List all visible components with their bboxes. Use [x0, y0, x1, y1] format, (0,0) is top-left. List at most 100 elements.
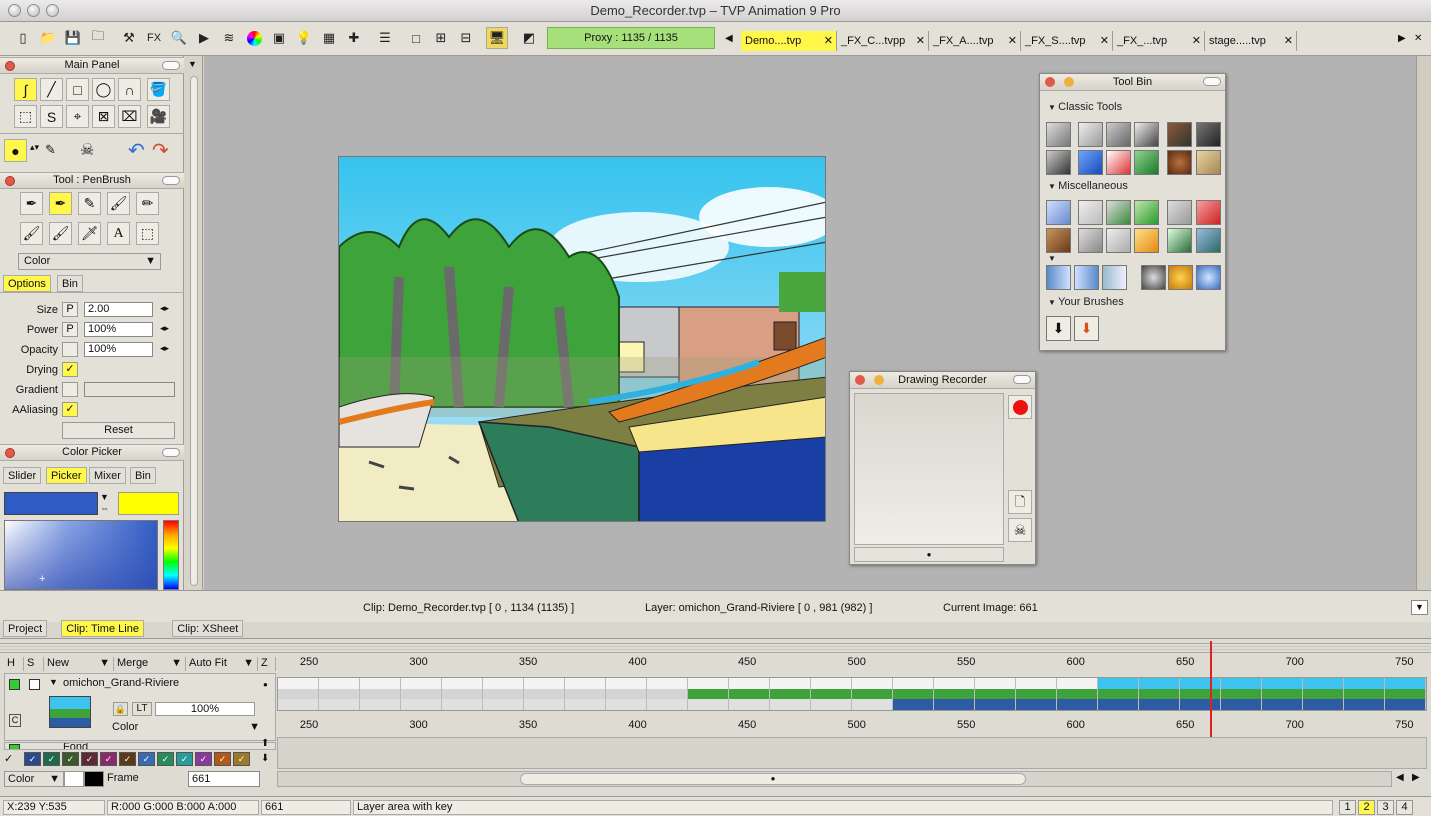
new-layer-dropdown[interactable]: New ▼: [44, 657, 114, 671]
eyedropper-icon[interactable]: ✎: [45, 142, 56, 158]
film-frame-thumbnail[interactable]: [524, 678, 565, 710]
new-recording-icon[interactable]: 🗋: [1008, 490, 1032, 514]
fx-button[interactable]: FX: [143, 27, 165, 49]
layer-filmstrip[interactable]: [277, 677, 1427, 711]
layer-thumbnail[interactable]: [49, 696, 91, 728]
opacity-arrows-icon[interactable]: ◂▸: [160, 343, 169, 354]
close-color-picker-icon[interactable]: [5, 448, 15, 458]
film-frame-thumbnail[interactable]: [1344, 678, 1385, 710]
collapse-recorder-icon[interactable]: [1013, 375, 1031, 384]
classic-airbrush-icon[interactable]: [1046, 150, 1071, 175]
oil-brush-icon[interactable]: 🖌: [49, 222, 72, 245]
film-frame-thumbnail[interactable]: [1016, 678, 1057, 710]
frame-ruler-bottom[interactable]: 250 300 350 400 450 500 550 600 650 700 750: [277, 719, 1427, 733]
tab-scroll-right-icon[interactable]: ▶: [1398, 33, 1406, 44]
film-frame-thumbnail[interactable]: [606, 678, 647, 710]
panel-layout-grid-icon[interactable]: ⊞: [430, 27, 452, 49]
panel-menu-chevron-icon[interactable]: ▼: [188, 59, 197, 69]
page-button[interactable]: 1: [1339, 800, 1356, 815]
bottom-tab[interactable]: Clip: Time Line: [61, 620, 144, 637]
import-brush-icon[interactable]: ⬇: [1046, 316, 1071, 341]
section-your-brushes[interactable]: Your Brushes: [1048, 296, 1124, 308]
gradient-blue-3-icon[interactable]: [1102, 265, 1127, 290]
collapse-panel-icon[interactable]: [162, 61, 180, 70]
drawing-canvas[interactable]: [338, 156, 826, 522]
close-tab-icon[interactable]: ✕: [916, 31, 925, 51]
hue-slider[interactable]: [163, 520, 179, 590]
freehand-line-tool[interactable]: ∫: [14, 78, 37, 101]
light-table-toggle[interactable]: LT: [132, 702, 152, 716]
open-folder-icon[interactable]: 📁: [37, 27, 59, 49]
texture-blue-icon[interactable]: [1196, 265, 1221, 290]
section-miscellaneous[interactable]: Miscellaneous: [1048, 180, 1128, 192]
minimize-recorder-icon[interactable]: [874, 375, 884, 385]
clear-skull-icon[interactable]: ☠: [80, 140, 94, 160]
page-button[interactable]: 3: [1377, 800, 1394, 815]
film-frame-thumbnail[interactable]: [1385, 678, 1426, 710]
grid-icon[interactable]: ▦: [318, 27, 340, 49]
layer-color-swatch[interactable]: ✓: [157, 752, 174, 766]
stack-icon[interactable]: ☰: [374, 27, 396, 49]
film-frame-thumbnail[interactable]: [1180, 678, 1221, 710]
export-brush-icon[interactable]: ⬇: [1074, 316, 1099, 341]
film-frame-thumbnail[interactable]: [1262, 678, 1303, 710]
classic-chalk-icon[interactable]: [1078, 122, 1103, 147]
color-field[interactable]: +: [4, 520, 158, 590]
layer-expand-icon[interactable]: ▼: [49, 677, 58, 687]
layer-down-icon[interactable]: ⬇: [261, 753, 269, 764]
frame-ruler-top[interactable]: 250 300 350 400 450 500 550 600 650 700 750: [277, 656, 1427, 670]
classic-eraser-icon[interactable]: [1196, 122, 1221, 147]
size-stepper-icon[interactable]: ▴▾: [30, 142, 39, 153]
fill-bucket-tool[interactable]: 🪣: [147, 78, 170, 101]
layer-color-swatch[interactable]: ✓: [233, 752, 250, 766]
pen-brush-icon[interactable]: ✒: [20, 192, 43, 215]
lock-icon[interactable]: 🔒: [113, 702, 128, 716]
film-frame-thumbnail[interactable]: [1221, 678, 1262, 710]
collapse-tool-bin-icon[interactable]: [1203, 77, 1221, 86]
layer-name[interactable]: omichon_Grand-Riviere: [63, 677, 179, 689]
minimize-window-button[interactable]: [27, 4, 40, 17]
film-frame-thumbnail[interactable]: [360, 678, 401, 710]
document-tab[interactable]: Demo....tvp ✕: [741, 31, 837, 51]
misc-texture-icon[interactable]: [1167, 200, 1192, 225]
zoom-icon[interactable]: 🔍: [168, 27, 190, 49]
film-frame-thumbnail[interactable]: [1057, 678, 1098, 710]
rectangle-tool[interactable]: □: [66, 78, 89, 101]
tab-scroll-left-icon[interactable]: ◀: [725, 33, 733, 44]
selection-rect-tool[interactable]: ⬚: [14, 105, 37, 128]
film-frame-thumbnail[interactable]: [319, 678, 360, 710]
timeline-scroll-right-icon[interactable]: ▶: [1412, 772, 1420, 783]
recording-list[interactable]: [854, 393, 1004, 545]
layer-color-swatch[interactable]: ✓: [176, 752, 193, 766]
layer-color-swatch[interactable]: ✓: [62, 752, 79, 766]
brush-size-dot-icon[interactable]: ●: [4, 139, 27, 162]
panel-layout-split-icon[interactable]: ⊟: [455, 27, 477, 49]
reset-button[interactable]: Reset: [62, 422, 175, 439]
misc-text-brush-icon[interactable]: [1078, 200, 1103, 225]
tab-menu-icon[interactable]: ✕: [1414, 33, 1422, 44]
film-frame-thumbnail[interactable]: [852, 678, 893, 710]
misc-stroke-icon[interactable]: [1196, 228, 1221, 253]
timeline-hscroll[interactable]: ●: [277, 771, 1392, 787]
new-document-icon[interactable]: ▯: [12, 27, 34, 49]
secondary-color-swatch[interactable]: [118, 492, 179, 515]
layer-color-swatch[interactable]: ✓: [43, 752, 60, 766]
film-frame-thumbnail[interactable]: [278, 678, 319, 710]
recorder-scroll-thumb-icon[interactable]: ●: [854, 547, 1004, 562]
swap-colors-icon[interactable]: ▼ ⇔: [100, 492, 109, 514]
timeline-scroll-left-icon[interactable]: ◀: [1396, 772, 1404, 783]
close-tool-bin-icon[interactable]: [1045, 77, 1055, 87]
magic-tools-icon[interactable]: ⚒: [118, 27, 140, 49]
misc-grass-icon[interactable]: [1134, 200, 1159, 225]
selection-brush-icon[interactable]: ⬚: [136, 222, 159, 245]
save-icon[interactable]: 💾: [62, 27, 84, 49]
stage-scrollbar[interactable]: [1416, 56, 1431, 590]
magic-wand-tool[interactable]: ⌖: [66, 105, 89, 128]
paintbrush-icon[interactable]: 🖌: [107, 192, 130, 215]
document-tab[interactable]: stage.....tvp ✕: [1205, 31, 1297, 51]
power-arrows-icon[interactable]: ◂▸: [160, 323, 169, 334]
header-s[interactable]: S: [24, 657, 44, 671]
delete-recording-skull-icon[interactable]: ☠: [1008, 518, 1032, 542]
film-frame-thumbnail[interactable]: [729, 678, 770, 710]
power-field[interactable]: 100%: [84, 322, 153, 337]
